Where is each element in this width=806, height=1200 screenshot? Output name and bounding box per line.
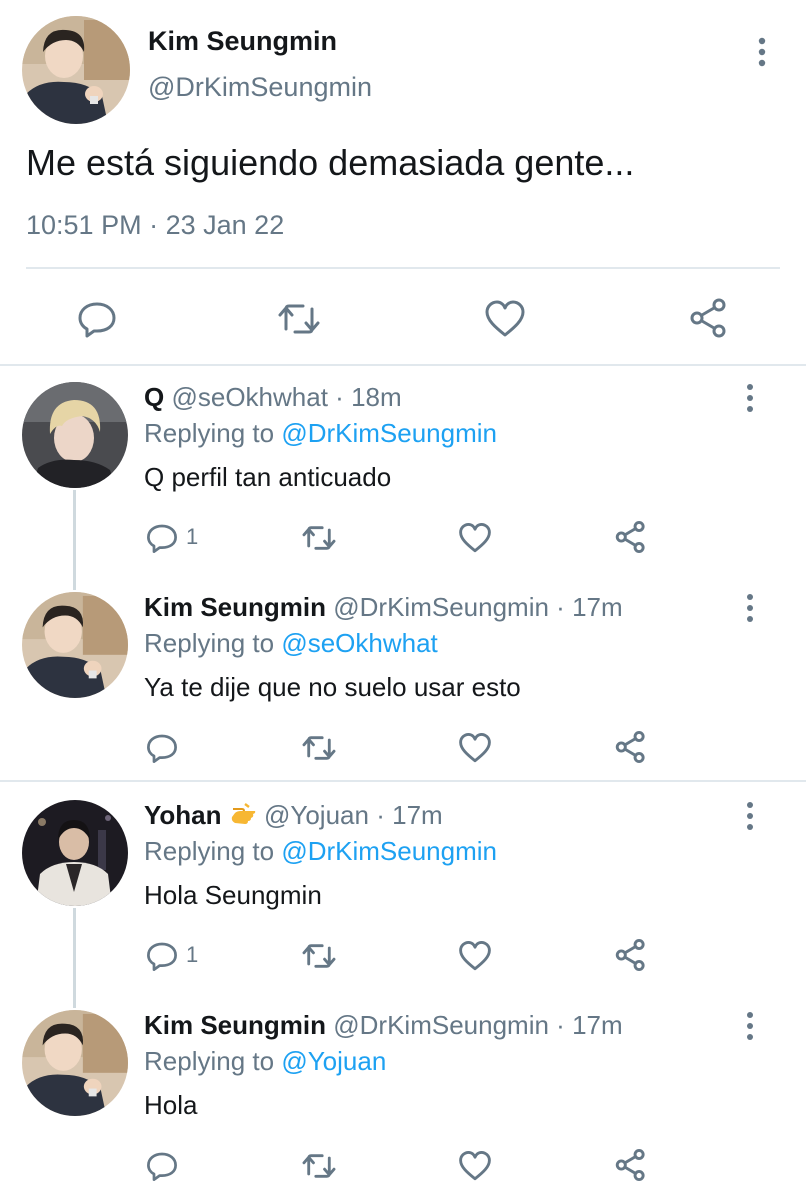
replying-to-label: Replying to <box>144 836 282 866</box>
reply-actions: 1 <box>0 938 806 982</box>
tweet-timestamp[interactable]: 10:51 PM · 23 Jan 22 <box>26 210 284 241</box>
reply-author-handle[interactable]: @DrKimSeungmin <box>333 1010 549 1040</box>
reply-icon[interactable] <box>146 1150 178 1182</box>
replying-to: Replying to @Yojuan <box>144 1046 386 1077</box>
reply-tweet[interactable]: Q @seOkhwhat · 18m Replying to @DrKimSeu… <box>0 382 806 572</box>
reply-author-handle[interactable]: @DrKimSeungmin <box>333 592 549 622</box>
retweet-icon[interactable] <box>275 299 323 339</box>
separator: · <box>556 592 565 622</box>
author-name[interactable]: Kim Seungmin <box>148 26 337 57</box>
more-options-icon[interactable] <box>734 798 766 834</box>
replying-to-mention[interactable]: @DrKimSeungmin <box>281 418 497 448</box>
section-divider <box>0 364 806 366</box>
main-tweet: Kim Seungmin @DrKimSeungmin Me está sigu… <box>0 0 806 366</box>
tweet-actions <box>0 285 806 355</box>
replying-to-label: Replying to <box>144 628 282 658</box>
share-icon[interactable] <box>614 730 648 764</box>
reply-text: Ya te dije que no suelo usar esto <box>144 672 521 702</box>
reply-header: Kim Seungmin @DrKimSeungmin · 17m <box>144 592 623 623</box>
author-handle[interactable]: @DrKimSeungmin <box>148 72 372 103</box>
reply-count: 1 <box>186 942 199 967</box>
replying-to-mention[interactable]: @DrKimSeungmin <box>281 836 497 866</box>
reply-icon[interactable] <box>77 299 117 339</box>
yohan-avatar[interactable] <box>22 800 128 906</box>
reply-author-name[interactable]: Kim Seungmin <box>144 592 326 622</box>
reply-tweet[interactable]: Yohan @Yojuan · 17m Replying to @DrKimSe… <box>0 800 806 990</box>
replying-to-mention[interactable]: @Yojuan <box>281 1046 386 1076</box>
retweet-icon[interactable] <box>300 940 338 972</box>
reply-tweet[interactable]: Kim Seungmin @DrKimSeungmin · 17m Replyi… <box>0 592 806 782</box>
like-icon[interactable] <box>484 299 526 339</box>
kim-seungmin-avatar[interactable] <box>22 1010 128 1116</box>
reply-actions: 1 <box>0 520 806 564</box>
reply-author-handle[interactable]: @seOkhwhat <box>171 382 327 412</box>
kim-seungmin-avatar[interactable] <box>22 592 128 698</box>
replying-to-mention[interactable]: @seOkhwhat <box>281 628 437 658</box>
retweet-icon[interactable] <box>300 732 338 764</box>
divider <box>26 267 780 269</box>
replying-to-label: Replying to <box>144 418 282 448</box>
reply-header: Kim Seungmin @DrKimSeungmin · 17m <box>144 1010 623 1041</box>
tweet-date: 23 Jan 22 <box>165 210 285 240</box>
reply-author-name[interactable]: Kim Seungmin <box>144 1010 326 1040</box>
tweet-time: 10:51 PM <box>26 210 142 240</box>
retweet-icon[interactable] <box>300 1150 338 1182</box>
like-icon[interactable] <box>458 732 492 764</box>
reply-age: 17m <box>572 1010 623 1040</box>
reply-icon[interactable] <box>146 940 178 972</box>
reply-age: 17m <box>392 800 443 830</box>
reply-header: Q @seOkhwhat · 18m <box>144 382 402 413</box>
like-icon[interactable] <box>458 940 492 972</box>
blonde-person-avatar[interactable] <box>22 382 128 488</box>
replying-to: Replying to @seOkhwhat <box>144 628 438 659</box>
reply-author-handle[interactable]: @Yojuan <box>264 800 369 830</box>
like-icon[interactable] <box>458 1150 492 1182</box>
retweet-icon[interactable] <box>300 522 338 554</box>
kim-seungmin-avatar[interactable] <box>22 16 130 124</box>
reply-count: 1 <box>186 524 199 549</box>
share-icon[interactable] <box>614 1148 648 1182</box>
share-icon[interactable] <box>614 938 648 972</box>
reply-actions <box>0 1148 806 1192</box>
separator: · <box>556 1010 565 1040</box>
reply-tweet[interactable]: Kim Seungmin @DrKimSeungmin · 17m Replyi… <box>0 1010 806 1200</box>
separator: · <box>335 382 344 412</box>
replying-to: Replying to @DrKimSeungmin <box>144 418 497 449</box>
like-icon[interactable] <box>458 522 492 554</box>
reply-age: 17m <box>572 592 623 622</box>
reply-age: 18m <box>351 382 402 412</box>
more-options-icon[interactable] <box>734 590 766 626</box>
separator: · <box>376 800 385 830</box>
timestamp-separator: · <box>149 210 159 240</box>
reply-icon[interactable] <box>146 732 178 764</box>
reply-author-name[interactable]: Yohan <box>144 800 222 830</box>
reply-header: Yohan @Yojuan · 17m <box>144 800 443 831</box>
share-icon[interactable] <box>614 520 648 554</box>
reply-text: Q perfil tan anticuado <box>144 462 392 492</box>
reply-actions <box>0 730 806 774</box>
more-options-icon[interactable] <box>734 1008 766 1044</box>
more-options-icon[interactable] <box>734 380 766 416</box>
reply-text: Hola <box>144 1090 198 1120</box>
reply-author-name[interactable]: Q <box>144 382 164 412</box>
section-divider <box>0 780 806 782</box>
tweet-text: Me está siguiendo demasiada gente... <box>26 142 635 183</box>
more-options-icon[interactable] <box>744 34 780 70</box>
share-icon[interactable] <box>688 297 730 339</box>
replying-to-label: Replying to <box>144 1046 282 1076</box>
replying-to: Replying to @DrKimSeungmin <box>144 836 497 867</box>
reply-text: Hola Seungmin <box>144 880 322 910</box>
reply-icon[interactable] <box>146 522 178 554</box>
backhand-index-pointing-left-emoji <box>229 801 257 827</box>
